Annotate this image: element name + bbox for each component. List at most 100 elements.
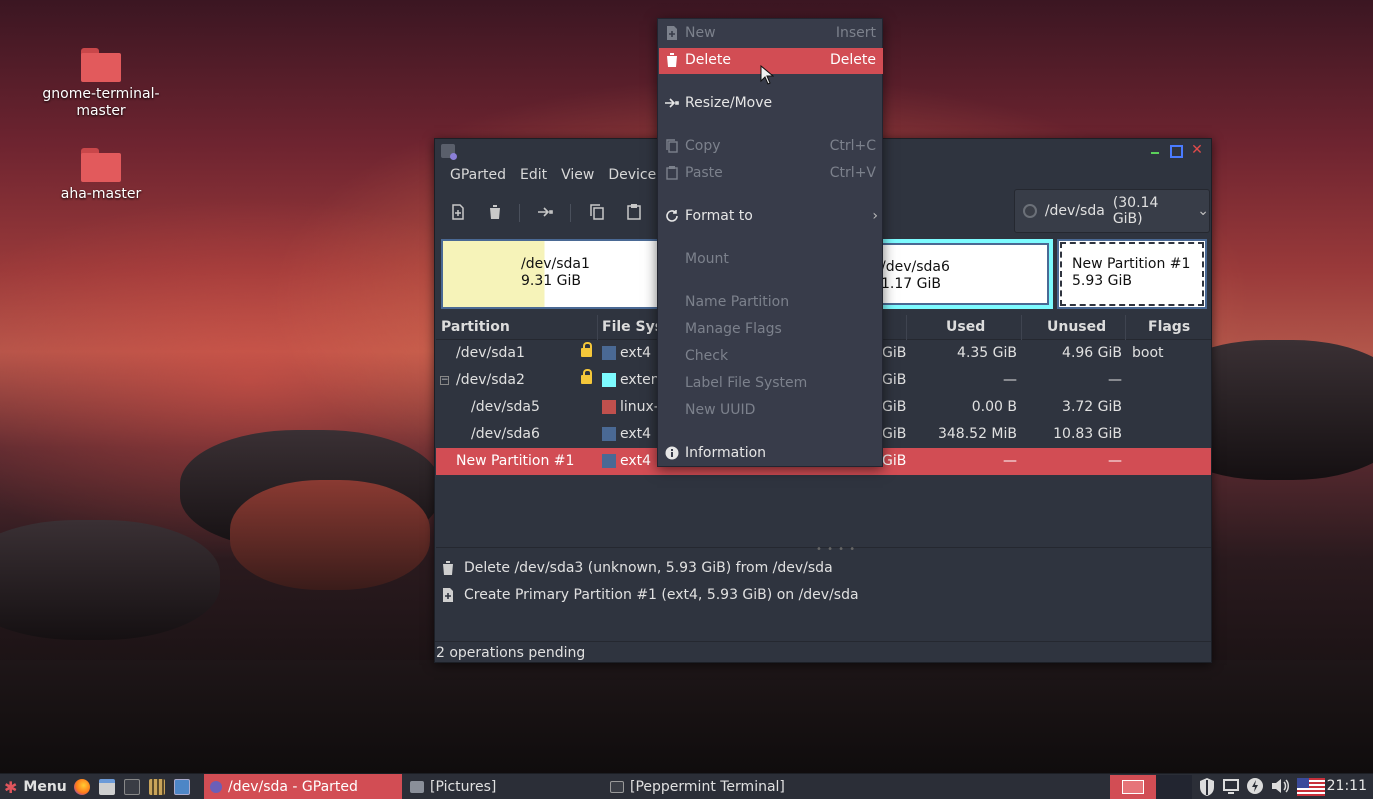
cell-unused: 10.83 GiB bbox=[1053, 426, 1122, 442]
file-manager-launcher-icon[interactable] bbox=[99, 774, 121, 799]
menu-item-name-partition[interactable]: Name Partition bbox=[659, 290, 883, 316]
start-menu-label: Menu bbox=[23, 779, 66, 795]
terminal-launcher-icon[interactable] bbox=[124, 774, 146, 799]
menu-logo-icon: ✱ bbox=[4, 778, 17, 797]
pane-splitter[interactable]: • • • • bbox=[436, 547, 1211, 555]
device-selector-size: (30.14 GiB) bbox=[1113, 195, 1191, 227]
menu-item-new[interactable]: New Insert bbox=[659, 21, 883, 47]
cell-unused: 3.72 GiB bbox=[1062, 399, 1122, 415]
menu-item-information[interactable]: Information bbox=[659, 441, 883, 467]
delete-partition-icon[interactable] bbox=[487, 204, 503, 220]
resize-move-icon[interactable] bbox=[537, 204, 553, 220]
operation-text: Create Primary Partition #1 (ext4, 5.93 … bbox=[464, 587, 859, 603]
task-gparted[interactable]: /dev/sda - GParted bbox=[204, 774, 402, 799]
menu-item-new-uuid[interactable]: New UUID bbox=[659, 398, 883, 424]
folder-icon bbox=[81, 48, 121, 82]
wallpaper-rock bbox=[0, 520, 220, 640]
workspace-2[interactable] bbox=[1156, 775, 1192, 799]
cell-used: — bbox=[1003, 372, 1017, 388]
fs-color-swatch bbox=[602, 454, 616, 468]
cell-used: — bbox=[1003, 453, 1017, 469]
menu-item-check[interactable]: Check bbox=[659, 344, 883, 370]
power-icon[interactable] bbox=[1246, 777, 1266, 797]
terminal-icon bbox=[610, 781, 624, 793]
volume-icon[interactable] bbox=[1270, 777, 1290, 797]
toolbar-separator bbox=[519, 204, 520, 222]
resize-move-icon bbox=[665, 96, 679, 112]
display-icon[interactable] bbox=[1222, 777, 1242, 797]
toolbar-separator bbox=[570, 204, 571, 222]
task-pictures[interactable]: [Pictures] bbox=[408, 774, 604, 799]
close-icon[interactable]: ✕ bbox=[1190, 143, 1204, 157]
list-item[interactable]: Create Primary Partition #1 (ext4, 5.93 … bbox=[436, 582, 1211, 609]
delete-icon bbox=[665, 53, 679, 69]
menu-gparted[interactable]: GParted bbox=[443, 167, 513, 183]
task-terminal[interactable]: [Peppermint Terminal] bbox=[608, 774, 908, 799]
cell-filesystem: ext4 bbox=[620, 453, 651, 469]
header-unused[interactable]: Unused bbox=[1047, 319, 1106, 335]
delete-icon bbox=[442, 561, 454, 575]
menu-item-label-file-system[interactable]: Label File System bbox=[659, 371, 883, 397]
media-launcher-icon[interactable] bbox=[149, 774, 171, 799]
clock[interactable]: 21:11 bbox=[1327, 778, 1367, 794]
desktop-icon-gnome-terminal-master[interactable]: gnome-terminal- master bbox=[41, 48, 161, 120]
desktop-icon-aha-master[interactable]: aha-master bbox=[41, 148, 161, 203]
image-icon bbox=[410, 781, 424, 793]
refresh-icon bbox=[665, 209, 679, 225]
header-used[interactable]: Used bbox=[946, 319, 985, 335]
device-selector[interactable]: /dev/sda (30.14 GiB) ⌄ bbox=[1014, 189, 1210, 233]
header-filesystem[interactable]: File Sys bbox=[602, 319, 663, 335]
graph-partition-sda6[interactable]: /dev/sda6 1.17 GiB bbox=[877, 239, 1053, 309]
operation-text: Delete /dev/sda3 (unknown, 5.93 GiB) fro… bbox=[464, 560, 833, 576]
wallpaper-rock bbox=[230, 480, 430, 590]
ice-launcher-icon[interactable] bbox=[174, 774, 196, 799]
cell-flags: boot bbox=[1132, 345, 1164, 361]
paste-icon[interactable] bbox=[626, 204, 642, 220]
cell-filesystem: ext4 bbox=[620, 345, 651, 361]
cell-used: 4.35 GiB bbox=[957, 345, 1017, 361]
workspace-1[interactable] bbox=[1110, 775, 1156, 799]
device-selector-device: /dev/sda bbox=[1045, 203, 1105, 219]
fs-color-swatch bbox=[602, 427, 616, 441]
cell-used: 348.52 MiB bbox=[938, 426, 1017, 442]
menu-edit[interactable]: Edit bbox=[513, 167, 554, 183]
menu-item-resize-move[interactable]: Resize/Move bbox=[659, 91, 883, 117]
collapse-icon[interactable]: − bbox=[440, 376, 449, 385]
cell-partition: /dev/sda1 bbox=[456, 345, 525, 361]
cell-size: GiB bbox=[882, 453, 906, 469]
shield-icon[interactable] bbox=[1198, 777, 1218, 797]
graph-partition-sda1[interactable]: /dev/sda1 9.31 GiB bbox=[441, 239, 671, 309]
menu-item-mount[interactable]: Mount bbox=[659, 247, 883, 273]
folder-icon bbox=[81, 148, 121, 182]
header-partition[interactable]: Partition bbox=[441, 319, 510, 335]
menu-item-format-to[interactable]: Format to › bbox=[659, 204, 883, 230]
cell-partition: New Partition #1 bbox=[456, 453, 574, 469]
minimize-icon[interactable] bbox=[1148, 143, 1162, 157]
graph-partition-size: 9.31 GiB bbox=[521, 273, 590, 290]
header-flags[interactable]: Flags bbox=[1148, 319, 1190, 335]
maximize-icon[interactable] bbox=[1168, 143, 1182, 157]
disk-icon bbox=[1023, 204, 1037, 218]
menu-item-manage-flags[interactable]: Manage Flags bbox=[659, 317, 883, 343]
cell-size: GiB bbox=[882, 426, 906, 442]
new-partition-icon[interactable] bbox=[450, 204, 466, 220]
graph-partition-size: 1.17 GiB bbox=[881, 276, 950, 293]
cell-unused: — bbox=[1108, 372, 1122, 388]
copy-icon[interactable] bbox=[589, 204, 605, 220]
firefox-launcher-icon[interactable] bbox=[74, 774, 96, 799]
list-item[interactable]: Delete /dev/sda3 (unknown, 5.93 GiB) fro… bbox=[436, 555, 1211, 582]
menu-device[interactable]: Device bbox=[601, 167, 663, 183]
taskbar: ✱ Menu /dev/sda - GParted [Pictures] [Pe… bbox=[0, 773, 1373, 799]
cell-partition: /dev/sda2 bbox=[456, 372, 525, 388]
menu-item-paste[interactable]: Paste Ctrl+V bbox=[659, 161, 883, 187]
menu-view[interactable]: View bbox=[554, 167, 601, 183]
cell-partition: /dev/sda6 bbox=[471, 426, 540, 442]
graph-partition-new-1[interactable]: New Partition #1 5.93 GiB bbox=[1057, 239, 1207, 309]
chevron-down-icon: ⌄ bbox=[1197, 203, 1209, 219]
menu-item-copy[interactable]: Copy Ctrl+C bbox=[659, 134, 883, 160]
desktop-icon-label: aha-master bbox=[41, 186, 161, 203]
keyboard-layout-flag-icon[interactable] bbox=[1297, 778, 1325, 796]
info-icon bbox=[665, 446, 679, 462]
start-menu-button[interactable]: ✱ Menu bbox=[4, 774, 67, 799]
gparted-app-icon bbox=[441, 144, 455, 158]
